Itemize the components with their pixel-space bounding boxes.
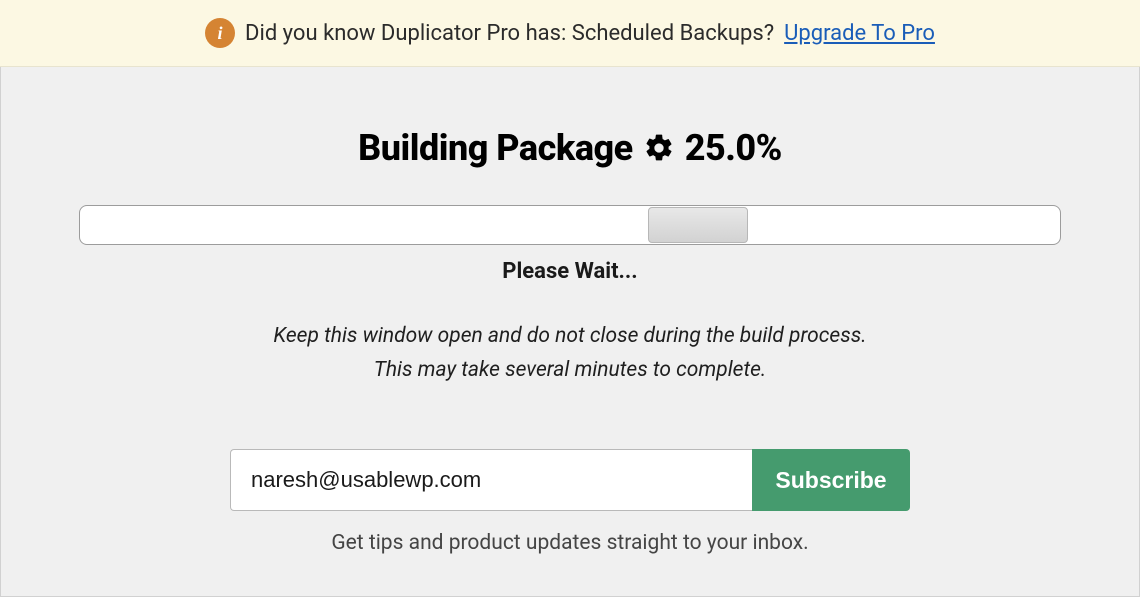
helper-line-1: Keep this window open and do not close d… <box>1 320 1139 354</box>
subscribe-caption: Get tips and product updates straight to… <box>1 531 1139 555</box>
upgrade-to-pro-link[interactable]: Upgrade To Pro <box>784 21 935 46</box>
helper-line-2: This may take several minutes to complet… <box>1 354 1139 388</box>
progress-track <box>79 205 1061 245</box>
wait-label: Please Wait... <box>79 259 1061 284</box>
progress-bar-container: Please Wait... <box>1 205 1139 284</box>
email-field[interactable] <box>230 449 752 511</box>
title-prefix: Building Package <box>358 127 633 169</box>
build-panel: Building Package 25.0% Please Wait... Ke… <box>0 67 1140 597</box>
subscribe-button[interactable]: Subscribe <box>752 449 910 511</box>
build-percent: 25.0% <box>685 127 782 169</box>
subscribe-section: Subscribe Get tips and product updates s… <box>1 449 1139 555</box>
pro-upsell-banner: i Did you know Duplicator Pro has: Sched… <box>0 0 1140 67</box>
banner-text: Did you know Duplicator Pro has: Schedul… <box>245 21 774 46</box>
info-icon: i <box>205 18 235 48</box>
gear-icon <box>643 132 675 164</box>
helper-text: Keep this window open and do not close d… <box>1 320 1139 387</box>
progress-thumb <box>648 207 748 243</box>
page-title: Building Package 25.0% <box>358 127 782 169</box>
